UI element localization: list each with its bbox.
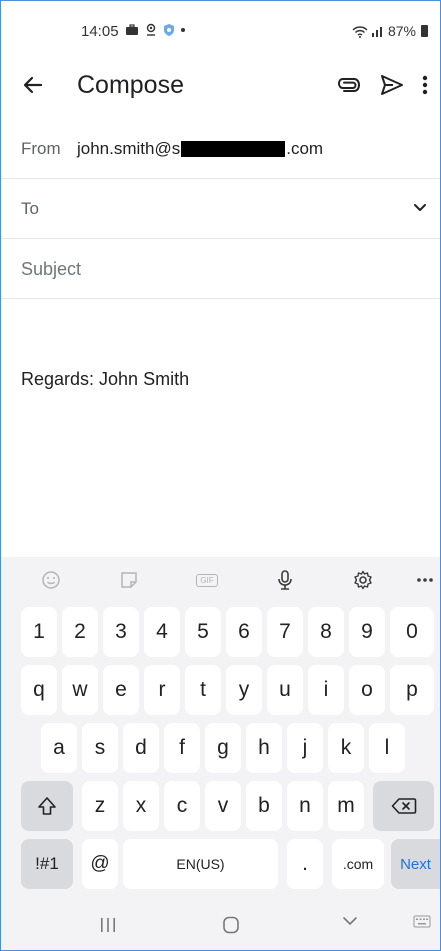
key-j[interactable]: j — [287, 723, 323, 773]
key-v[interactable]: v — [205, 781, 241, 831]
period-key[interactable]: . — [287, 839, 323, 889]
key-o[interactable]: o — [349, 665, 385, 715]
signature-text: Regards: John Smith — [21, 369, 190, 389]
keyboard-toolbar: GIF — [1, 557, 440, 603]
notification-icons — [125, 23, 185, 37]
shift-icon — [38, 797, 56, 815]
battery-percent: 87% — [387, 23, 416, 39]
key-q[interactable]: q — [21, 665, 57, 715]
system-nav-bar — [1, 901, 440, 950]
keyboard-switch-icon[interactable] — [413, 915, 431, 929]
key-h[interactable]: h — [246, 723, 282, 773]
from-address[interactable]: john.smith@sg.com — [77, 139, 323, 159]
from-domain-start: s — [171, 139, 181, 158]
key-7[interactable]: 7 — [267, 607, 303, 657]
key-z[interactable]: z — [82, 781, 118, 831]
key-6[interactable]: 6 — [226, 607, 262, 657]
redaction-block — [181, 141, 286, 157]
gear-icon[interactable] — [351, 569, 375, 591]
microphone-icon[interactable] — [273, 569, 297, 591]
status-bar: 14:05 87% — [1, 1, 440, 61]
shift-key[interactable] — [21, 781, 73, 831]
from-label: From — [21, 139, 61, 158]
key-5[interactable]: 5 — [185, 607, 221, 657]
chevron-down-nav-icon[interactable] — [341, 915, 359, 927]
keyboard: GIF 1 2 3 4 5 6 7 8 9 0 q w e r t y u i … — [1, 557, 440, 950]
location-icon — [146, 23, 156, 36]
key-i[interactable]: i — [308, 665, 344, 715]
space-key[interactable]: EN(US) — [123, 839, 278, 889]
attachment-icon[interactable] — [335, 73, 363, 97]
wifi-icon — [352, 25, 368, 38]
key-8[interactable]: 8 — [308, 607, 344, 657]
phone-screen: 14:05 87% Compose From john.smith@ s .co… — [0, 0, 441, 951]
from-domain-end: .com — [286, 139, 324, 158]
back-arrow-icon[interactable] — [19, 71, 47, 99]
from-row[interactable]: From john.smith@sg.com — [1, 121, 440, 179]
at-key[interactable]: @ — [82, 839, 118, 889]
symbols-key[interactable]: !#1 — [21, 839, 73, 889]
key-3[interactable]: 3 — [103, 607, 139, 657]
chevron-down-icon[interactable] — [413, 203, 427, 213]
battery-icon — [421, 25, 428, 37]
dotcom-key[interactable]: .com — [332, 839, 384, 889]
bottom-key-row: !#1 @ EN(US) . .com Next — [1, 839, 440, 889]
number-row: 1 2 3 4 5 6 7 8 9 0 — [1, 607, 440, 657]
next-key[interactable]: Next — [391, 839, 440, 889]
send-icon[interactable] — [379, 73, 405, 97]
asdf-row: a s d f g h j k l — [1, 723, 440, 773]
emoji-icon[interactable] — [39, 569, 63, 591]
subject-input[interactable]: Subject — [1, 241, 440, 299]
gif-label: GIF — [196, 573, 218, 587]
key-d[interactable]: d — [123, 723, 159, 773]
key-c[interactable]: c — [164, 781, 200, 831]
system-icons: 87% — [352, 23, 428, 39]
key-e[interactable]: e — [103, 665, 139, 715]
signal-icon — [371, 27, 382, 37]
key-a[interactable]: a — [41, 723, 77, 773]
key-x[interactable]: x — [123, 781, 159, 831]
key-4[interactable]: 4 — [144, 607, 180, 657]
zxcv-row: z x c v b n m — [1, 781, 440, 831]
key-9[interactable]: 9 — [349, 607, 385, 657]
qwerty-row: q w e r t y u i o p — [1, 665, 440, 715]
from-user: john.smith@ — [77, 139, 172, 158]
sticker-icon[interactable] — [117, 569, 141, 591]
home-icon[interactable] — [221, 915, 241, 935]
briefcase-icon — [126, 24, 138, 35]
key-1[interactable]: 1 — [21, 607, 57, 657]
page-title: Compose — [77, 71, 184, 99]
subject-placeholder: Subject — [21, 259, 82, 279]
status-time: 14:05 — [81, 23, 119, 40]
to-label: To — [21, 199, 39, 218]
backspace-icon — [391, 798, 416, 814]
gif-icon[interactable]: GIF — [195, 569, 219, 591]
key-m[interactable]: m — [328, 781, 364, 831]
key-l[interactable]: l — [369, 723, 405, 773]
key-k[interactable]: k — [328, 723, 364, 773]
app-bar: Compose — [1, 61, 440, 117]
recents-icon[interactable] — [99, 915, 117, 935]
key-f[interactable]: f — [164, 723, 200, 773]
backspace-key[interactable] — [373, 781, 434, 831]
key-2[interactable]: 2 — [62, 607, 98, 657]
key-b[interactable]: b — [246, 781, 282, 831]
key-w[interactable]: w — [62, 665, 98, 715]
key-0[interactable]: 0 — [390, 607, 434, 657]
more-horiz-icon[interactable] — [413, 569, 437, 591]
key-y[interactable]: y — [226, 665, 262, 715]
compose-body[interactable]: Regards: John Smith — [1, 301, 440, 557]
key-s[interactable]: s — [82, 723, 118, 773]
key-u[interactable]: u — [267, 665, 303, 715]
key-r[interactable]: r — [144, 665, 180, 715]
shield-icon — [164, 24, 174, 36]
to-row[interactable]: To — [1, 181, 440, 239]
more-vert-icon[interactable] — [420, 73, 430, 97]
notification-dot-icon — [181, 28, 185, 32]
key-g[interactable]: g — [205, 723, 241, 773]
key-p[interactable]: p — [390, 665, 434, 715]
key-t[interactable]: t — [185, 665, 221, 715]
key-n[interactable]: n — [287, 781, 323, 831]
